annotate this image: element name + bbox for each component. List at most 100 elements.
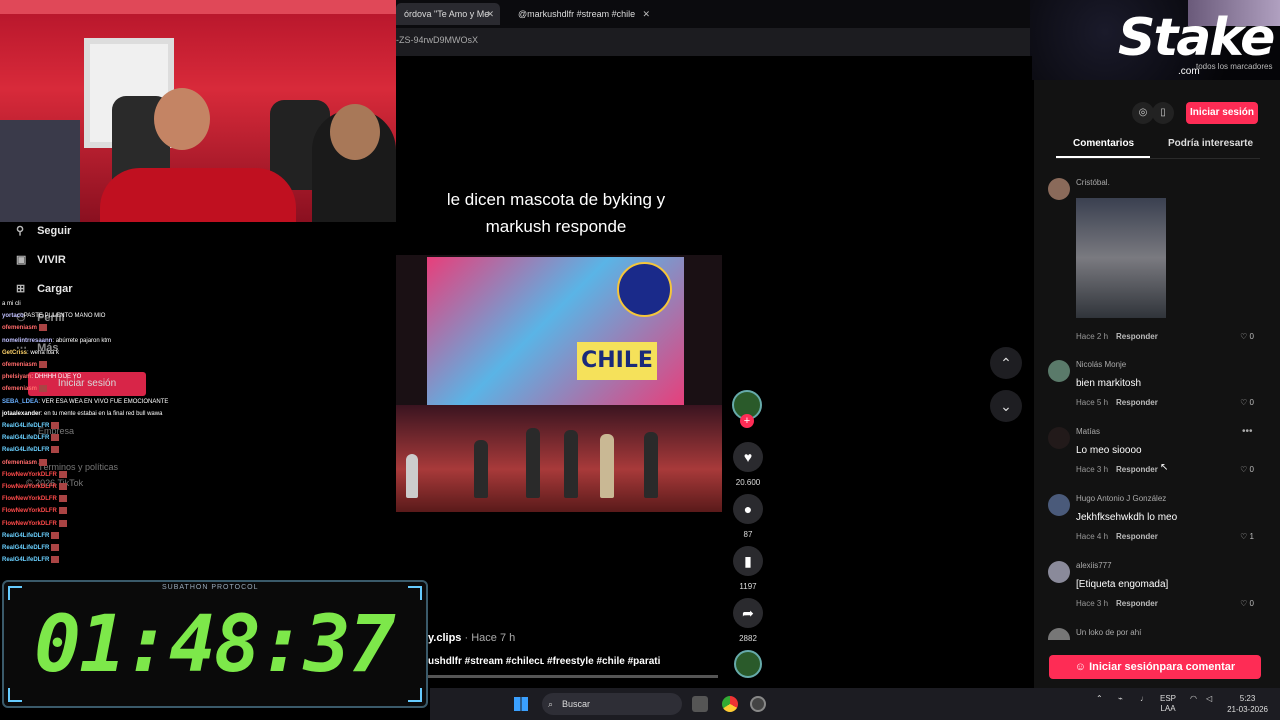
windows-start-icon[interactable]	[514, 697, 528, 711]
comment-username[interactable]: Cristóbal.	[1076, 178, 1110, 187]
comment-like[interactable]: ♡ 0	[1240, 332, 1254, 341]
chat-username[interactable]: GetCriss	[2, 350, 27, 356]
video-progress-bar[interactable]	[428, 675, 718, 678]
comment-item: Hugo Antonio J González Jekhfksehwkdh lo…	[1048, 494, 1258, 544]
video-player[interactable]: CHILE	[392, 255, 722, 512]
taskbar-search[interactable]: ⌕ Buscar	[542, 693, 682, 715]
language-indicator[interactable]: ESP LAA	[1160, 694, 1176, 714]
app-icon[interactable]	[750, 696, 766, 712]
chat-message: FlowNewYorkDLFR	[2, 469, 262, 481]
chrome-icon[interactable]	[722, 696, 738, 712]
video-hashtags[interactable]: ushdlfr #stream #chileᴄʟ #freestyle #chi…	[428, 656, 660, 667]
post-time: · Hace 7 h	[461, 632, 516, 644]
comment-action[interactable]: ● 87	[732, 494, 764, 539]
avatar[interactable]	[1048, 494, 1070, 516]
comment-like[interactable]: ♡ 0	[1240, 465, 1254, 474]
browser-tab-2[interactable]: @markushdlfr #stream #chile ✕	[504, 3, 656, 25]
share-action[interactable]: ➦ 2882	[732, 598, 764, 643]
mouse-cursor-icon: ↖	[1160, 462, 1169, 473]
reply-button[interactable]: Responder	[1116, 532, 1158, 541]
reply-button[interactable]: Responder	[1116, 465, 1158, 474]
wifi-icon[interactable]: ◠	[1190, 694, 1197, 704]
chat-username[interactable]: phelsiyam	[2, 374, 31, 380]
chat-message: RealG4LifeDLFR	[2, 432, 262, 444]
close-tab-icon[interactable]: ✕	[486, 3, 494, 25]
network-icon[interactable]: ⌁	[1118, 694, 1123, 704]
like-action[interactable]: ♥ 20.600	[732, 442, 764, 487]
chat-username[interactable]: FlowNewYorkDLFR	[2, 508, 57, 514]
comment-like[interactable]: ♡ 1	[1240, 532, 1254, 541]
task-view-icon[interactable]	[692, 696, 708, 712]
avatar[interactable]	[1048, 360, 1070, 382]
avatar[interactable]	[1048, 628, 1070, 640]
chat-message: RealG4LifeDLFR	[2, 420, 262, 432]
chat-username[interactable]: ofemeniasm	[2, 460, 37, 466]
compass-icon[interactable]: ◎	[1132, 102, 1154, 124]
sidebar-item-live[interactable]: ▣ VIVIR	[16, 253, 66, 266]
chat-username[interactable]: RealG4LifeDLFR	[2, 423, 49, 429]
system-clock[interactable]: 5:23 21-03-2026	[1227, 693, 1268, 715]
more-options-icon[interactable]: •••	[1242, 426, 1253, 437]
comment-username[interactable]: Hugo Antonio J González	[1076, 494, 1166, 503]
screen-chile-text: CHILE	[577, 342, 657, 380]
tab-comments[interactable]: Comentarios	[1073, 138, 1134, 149]
screen: órdova "Te Amo y Me ✕ @markushdlfr #stre…	[0, 0, 1280, 720]
sidebar-item-upload[interactable]: ⊞ Cargar	[16, 282, 73, 295]
avatar[interactable]	[1048, 178, 1070, 200]
comment-like[interactable]: ♡ 0	[1240, 398, 1254, 407]
mic-icon[interactable]: ♩	[1140, 694, 1148, 704]
login-button[interactable]: Iniciar sesión	[1186, 102, 1258, 124]
comment-image[interactable]	[1076, 198, 1166, 318]
close-tab-icon[interactable]: ✕	[642, 3, 650, 25]
chat-username[interactable]: ofemeniasm	[2, 362, 37, 368]
login-to-comment-button[interactable]: ☺ Iniciar sesiónpara comentar	[1049, 655, 1261, 679]
emote-icon	[58, 470, 67, 478]
chat-username[interactable]: FlowNewYorkDLFR	[2, 521, 57, 527]
volume-icon[interactable]: ◁	[1206, 694, 1212, 704]
person-figure	[600, 434, 614, 498]
comment-username[interactable]: alexiis777	[1076, 561, 1112, 570]
chat-username[interactable]: ofemeniasm	[2, 386, 37, 392]
show-hidden-icons[interactable]: ⌃	[1096, 694, 1103, 704]
chat-username[interactable]: yortaco	[2, 313, 24, 319]
chat-message: RealG4LifeDLFR	[2, 444, 262, 456]
comment-username[interactable]: Nicolás Monje	[1076, 360, 1126, 369]
chat-message: FlowNewYorkDLFR	[2, 505, 262, 517]
follow-plus-icon[interactable]: +	[740, 414, 754, 428]
browser-tab-1[interactable]: órdova "Te Amo y Me ✕	[396, 3, 500, 25]
video-author[interactable]: y.clips · Hace 7 h	[428, 632, 515, 644]
save-action[interactable]: ▮ 1197	[732, 546, 764, 591]
chat-message: ofemeniasm	[2, 322, 262, 334]
music-avatar[interactable]	[734, 650, 762, 678]
comment-username[interactable]: Un loko de por ahí	[1076, 628, 1141, 637]
chat-username[interactable]: FlowNewYorkDLFR	[2, 484, 57, 490]
next-video-button[interactable]: ⌄	[990, 390, 1022, 422]
chat-username[interactable]: FlowNewYorkDLFR	[2, 472, 57, 478]
comment-like[interactable]: ♡ 0	[1240, 599, 1254, 608]
chat-username[interactable]: RealG4LifeDLFR	[2, 447, 49, 453]
chat-username[interactable]: RealG4LifeDLFR	[2, 435, 49, 441]
comment-icon[interactable]: ●	[733, 494, 763, 524]
chat-username[interactable]: jotaalexander	[2, 411, 41, 417]
reply-button[interactable]: Responder	[1116, 332, 1158, 341]
tab-recommended[interactable]: Podría interesarte	[1168, 138, 1253, 149]
share-arrow-icon[interactable]: ➦	[733, 598, 763, 628]
chat-username[interactable]: RealG4LifeDLFR	[2, 533, 49, 539]
chat-message: a mi cli	[2, 298, 262, 310]
chat-username[interactable]: FlowNewYorkDLFR	[2, 496, 57, 502]
chat-username[interactable]: SEBA_LDEA	[2, 399, 38, 405]
chat-username[interactable]: ofemeniasm	[2, 325, 37, 331]
bookmark-icon[interactable]: ▮	[733, 546, 763, 576]
sidebar-item-follow[interactable]: ⚲ Seguir	[16, 224, 71, 237]
comment-username[interactable]: Matías	[1076, 427, 1100, 436]
avatar[interactable]	[1048, 561, 1070, 583]
heart-icon[interactable]: ♥	[733, 442, 763, 472]
phone-icon[interactable]: ▯	[1152, 102, 1174, 124]
chat-username[interactable]: RealG4LifeDLFR	[2, 545, 49, 551]
chat-username[interactable]: nomelintrresaann	[2, 338, 52, 344]
reply-button[interactable]: Responder	[1116, 599, 1158, 608]
previous-video-button[interactable]: ⌃	[990, 347, 1022, 379]
avatar[interactable]	[1048, 427, 1070, 449]
reply-button[interactable]: Responder	[1116, 398, 1158, 407]
chat-username[interactable]: RealG4LifeDLFR	[2, 557, 49, 563]
